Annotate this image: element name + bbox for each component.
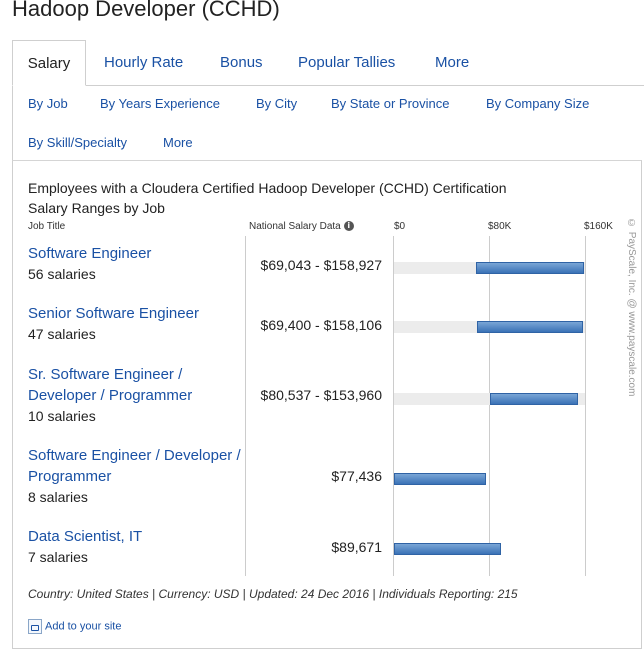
salary-bar	[476, 262, 584, 274]
salary-bar	[394, 543, 502, 555]
national-salary-header: National Salary Data i	[249, 221, 354, 232]
page-title: Hadoop Developer (CCHD)	[12, 0, 280, 21]
info-icon[interactable]: i	[343, 221, 354, 232]
tab-popular-tallies[interactable]: Popular Tallies	[298, 40, 395, 86]
salary-single: $89,671	[331, 539, 382, 555]
axis-gridline-160k	[585, 236, 586, 576]
tab-bonus[interactable]: Bonus	[220, 40, 263, 86]
axis-tick-160k: $160K	[584, 221, 613, 232]
subtab-by-years-experience[interactable]: By Years Experience	[100, 96, 220, 111]
job-link-software-engineer[interactable]: Software Engineer	[28, 243, 246, 264]
job-title-header: Job Title	[28, 221, 66, 232]
subtab-by-skill-specialty[interactable]: By Skill/Specialty	[28, 135, 127, 150]
national-salary-header-label: National Salary Data	[249, 221, 341, 232]
salary-count: 7 salaries	[28, 549, 88, 565]
axis-gridline-0	[393, 236, 394, 576]
salary-bar	[476, 321, 583, 333]
add-to-site-link[interactable]: Add to your site	[28, 619, 121, 634]
salary-bar	[490, 393, 578, 405]
job-link-data-scientist-it[interactable]: Data Scientist, IT	[28, 526, 246, 547]
salary-range: $80,537 - $153,960	[260, 387, 382, 403]
subtab-by-company-size[interactable]: By Company Size	[486, 96, 589, 111]
column-divider	[245, 236, 246, 576]
salary-range: $69,043 - $158,927	[260, 257, 382, 273]
add-to-site-label: Add to your site	[45, 620, 122, 633]
report-heading: Employees with a Cloudera Certified Hado…	[28, 180, 507, 196]
salary-range: $69,400 - $158,106	[260, 317, 382, 333]
report-footer: Country: United States | Currency: USD |…	[28, 587, 518, 601]
tab-more[interactable]: More	[435, 40, 469, 86]
subtab-by-state-or-province[interactable]: By State or Province	[331, 96, 450, 111]
subtab-by-job[interactable]: By Job	[28, 96, 68, 111]
salary-count: 56 salaries	[28, 266, 96, 282]
axis-gridline-80k	[489, 236, 490, 576]
axis-tick-0: $0	[394, 221, 406, 232]
payscale-credit: © PayScale, Inc. @ www.payscale.com	[626, 218, 637, 397]
salary-count: 8 salaries	[28, 489, 88, 505]
subtab-more[interactable]: More	[163, 135, 193, 150]
subtab-by-city[interactable]: By City	[256, 96, 297, 111]
tab-salary[interactable]: Salary	[12, 40, 86, 86]
embed-code-icon	[28, 619, 42, 634]
job-link-senior-software-engineer[interactable]: Senior Software Engineer	[28, 303, 246, 324]
salary-bar	[394, 473, 487, 485]
job-link-software-engineer-developer-programmer[interactable]: Software Engineer / Developer / Programm…	[28, 445, 246, 487]
salary-count: 47 salaries	[28, 326, 96, 342]
tab-hourly-rate[interactable]: Hourly Rate	[104, 40, 183, 86]
axis-tick-80k: $80K	[488, 221, 512, 232]
salary-single: $77,436	[331, 468, 382, 484]
salary-count: 10 salaries	[28, 408, 96, 424]
report-subheading: Salary Ranges by Job	[28, 200, 165, 216]
job-link-sr-software-engineer-developer-programmer[interactable]: Sr. Software Engineer / Developer / Prog…	[28, 364, 246, 406]
